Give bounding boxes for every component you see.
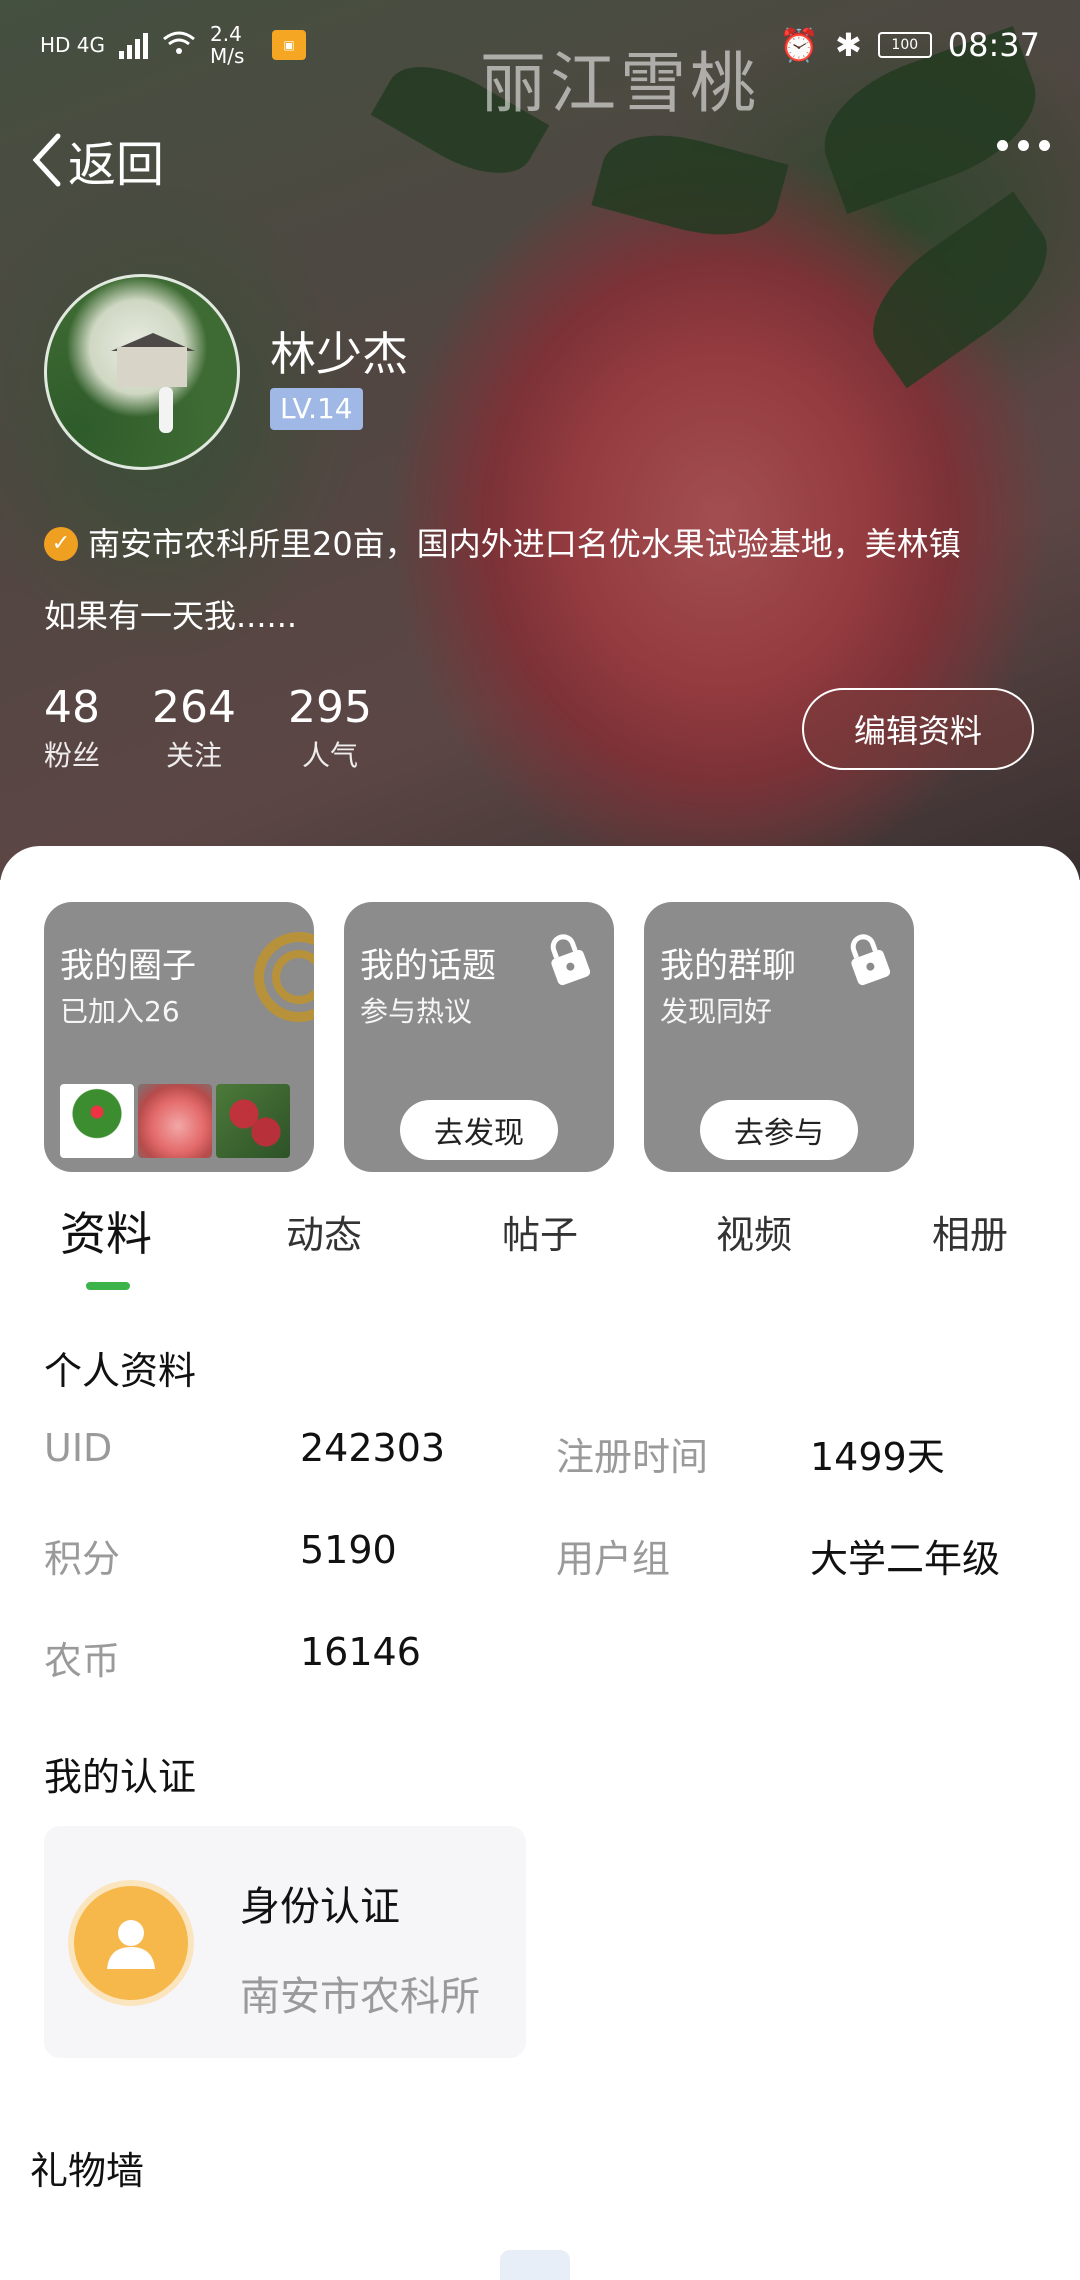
stat-value: 48 — [44, 682, 100, 733]
card-my-circles[interactable]: 我的圈子 已加入26 — [44, 902, 314, 1172]
card-subtitle: 已加入26 — [60, 995, 180, 1028]
signal-icon — [119, 31, 149, 59]
user-icon — [74, 1886, 188, 2000]
more-dots-icon — [997, 140, 1008, 151]
wifi-icon — [162, 30, 196, 61]
clock: 08:37 — [947, 26, 1040, 64]
gift-wall-heading: 礼物墙 — [30, 2149, 145, 2193]
tree-thumbnail[interactable] — [60, 1084, 134, 1158]
profile-content-sheet: 我的圈子 已加入26 我的话题 参与热议 去发现 我的群聊 发现同好 去参与 资… — [0, 846, 1080, 2280]
bio-line-2: 如果有一天我...... — [44, 597, 298, 635]
fruit-thumbnail[interactable] — [216, 1084, 290, 1158]
status-bar: HD 4G 2.4 M/s ▣ ⏰ ✱ 100 08:37 — [0, 0, 1080, 90]
app-notification-icon: ▣ — [272, 30, 307, 60]
tab-activity[interactable]: 动态 — [286, 1204, 362, 1259]
card-my-topics[interactable]: 我的话题 参与热议 去发现 — [344, 902, 614, 1172]
stat-value: 264 — [152, 682, 236, 733]
stat-value: 295 — [288, 682, 372, 733]
bio-line-1: 南安市农科所里20亩，国内外进口名优水果试验基地，美林镇 — [88, 525, 961, 563]
network-indicator: HD 4G — [40, 33, 106, 57]
tab-profile[interactable]: 资料 — [60, 1198, 152, 1264]
discover-button[interactable]: 去发现 — [400, 1100, 558, 1160]
card-subtitle: 发现同好 — [660, 995, 773, 1028]
avatar[interactable] — [44, 274, 240, 470]
uid-value: 242303 — [300, 1426, 446, 1470]
chevron-left-icon — [32, 133, 61, 187]
card-my-group-chats[interactable]: 我的群聊 发现同好 去参与 — [644, 902, 914, 1172]
registration-value: 1499天 — [810, 1435, 945, 1479]
active-tab-indicator — [86, 1282, 130, 1290]
certification-organization: 南安市农科所 — [240, 1974, 480, 2020]
card-title: 我的群聊 — [660, 946, 796, 986]
stat-label: 粉丝 — [44, 739, 101, 772]
bluetooth-icon: ✱ — [834, 26, 862, 64]
back-button[interactable]: 返回 — [28, 125, 164, 195]
registration-label: 注册时间 — [556, 1435, 709, 1479]
verified-icon: ✓ — [44, 527, 78, 561]
lock-icon — [550, 934, 591, 986]
back-label: 返回 — [68, 137, 165, 193]
username: 林少杰 — [270, 327, 408, 381]
personal-info-heading: 个人资料 — [44, 1349, 197, 1393]
join-button[interactable]: 去参与 — [700, 1100, 858, 1160]
stats-row: 48 粉丝 264 关注 295 人气 — [44, 680, 424, 776]
points-label: 积分 — [44, 1537, 121, 1581]
tab-posts[interactable]: 帖子 — [502, 1204, 578, 1259]
stat-fans[interactable]: 48 粉丝 — [44, 680, 100, 776]
coin-value: 16146 — [300, 1630, 421, 1674]
peach-thumbnail[interactable] — [138, 1084, 212, 1158]
card-title: 我的话题 — [360, 946, 496, 986]
card-title: 我的圈子 — [60, 946, 196, 986]
battery-icon: 100 — [877, 32, 932, 58]
uid-label: UID — [44, 1426, 113, 1470]
circle-thumbnails — [60, 1084, 290, 1158]
user-group-label: 用户组 — [556, 1537, 671, 1581]
stat-label: 关注 — [166, 739, 223, 772]
certification-heading: 我的认证 — [44, 1755, 197, 1799]
feature-cards: 我的圈子 已加入26 我的话题 参与热议 去发现 我的群聊 发现同好 去参与 — [44, 902, 914, 1172]
gift-icon — [500, 2250, 570, 2280]
stat-label: 人气 — [301, 739, 358, 772]
user-bio: ✓ 南安市农科所里20亩，国内外进口名优水果试验基地，美林镇 如果有一天我...… — [44, 508, 1064, 652]
user-group-value: 大学二年级 — [810, 1537, 1001, 1581]
stat-following[interactable]: 264 关注 — [152, 680, 236, 776]
identity-certification-card[interactable]: 身份认证 南安市农科所 — [44, 1826, 526, 2058]
more-options-button[interactable] — [997, 140, 1050, 151]
stat-popularity[interactable]: 295 人气 — [288, 680, 372, 776]
tab-videos[interactable]: 视频 — [716, 1204, 792, 1259]
battery-level: 100 — [891, 37, 919, 53]
card-subtitle: 参与热议 — [360, 995, 473, 1028]
lock-icon — [850, 934, 891, 986]
certification-title: 身份认证 — [240, 1884, 400, 1930]
profile-tabs: 资料 动态 帖子 视频 相册 — [0, 1204, 1080, 1284]
level-badge: LV.14 — [270, 388, 363, 430]
network-speed: 2.4 M/s — [210, 22, 245, 68]
edit-profile-button[interactable]: 编辑资料 — [802, 688, 1034, 770]
tab-album[interactable]: 相册 — [932, 1204, 1008, 1259]
alarm-icon: ⏰ — [779, 26, 819, 64]
coin-label: 农币 — [44, 1639, 121, 1683]
points-value: 5190 — [300, 1528, 397, 1572]
